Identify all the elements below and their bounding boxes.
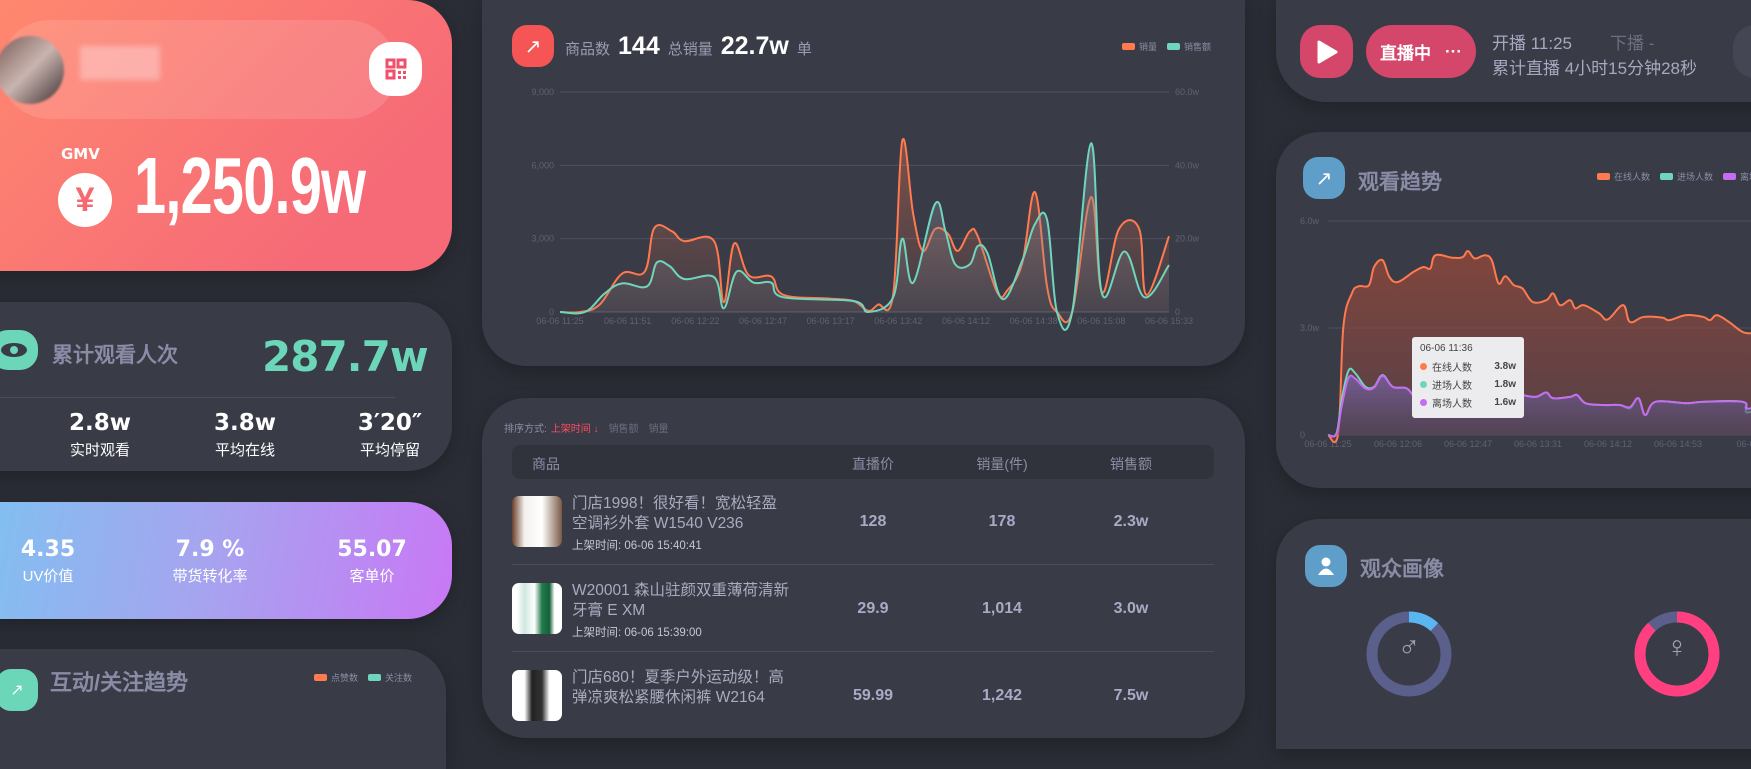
live-end: 下播 - [1610,34,1655,53]
x-tick: 06-06 14:12 [942,316,990,326]
conversion-card: 4.35 UV价值 7.9 % 带货转化率 55.07 客单价 [0,502,452,619]
y-tick: 6.0w [1300,216,1320,226]
x-tick: 06-06 15:33 [1145,316,1193,326]
views-stat-realtime: 2.8w 实时观看 [69,410,131,459]
live-status-text: 直播中 [1380,44,1431,63]
male-icon: ♂ [1397,631,1421,664]
sort-desc-icon: ↓ [590,424,599,435]
sort-option-amount[interactable]: 销售额 [609,420,639,435]
sort-option-time[interactable]: 上架时间 ↓ [551,420,599,435]
product-price: 29.9 [857,600,889,617]
tooltip-time: 06-06 11:36 [1420,343,1473,354]
more-icon[interactable]: ··· [1445,42,1462,62]
product-listed-time: 上架时间: 06-06 15:40:41 [572,540,702,552]
product-title[interactable]: W20001 森山驻颜双重薄荷清新 牙膏 E XM [572,581,812,621]
row-divider [512,651,1214,652]
product-image[interactable] [512,583,562,634]
product-image[interactable] [512,670,562,721]
x-tick: 06-06 13:42 [874,316,922,326]
play-icon [1317,40,1337,63]
product-amount: 7.5w [1113,687,1149,704]
avg-order-stat: 55.07 客单价 [337,537,407,585]
x-tick: 06-06 14:38 [1010,316,1058,326]
product-title[interactable]: 门店680！夏季户外运动级！高 弹凉爽松紧腰休闲裤 W2164 [572,668,812,708]
col-price[interactable]: 直播价 [823,454,923,474]
views-title: 累计观看人次 [52,344,178,367]
product-price: 59.99 [852,687,894,704]
y-left-tick: 6,000 [531,160,554,170]
x-tick: 06-06 11:51 [604,316,651,326]
side-button[interactable] [1733,25,1751,78]
x-tick: 06-06 14:12 [1584,439,1632,449]
product-amount: 2.3w [1113,513,1149,530]
tooltip-row-enter: 进场人数 1.8w [1420,375,1516,393]
uv-value-stat: 4.35 UV价值 [20,537,76,585]
sales-line-chart: 0 03,000 20.0w6,000 40.0w9,000 60.0w06-06 11… [531,87,1200,331]
x-tick: 06-06 12:47 [739,316,787,326]
interaction-legend: 点赞数 关注数 [314,671,412,684]
views-stat-avg-stay: 3′20″ 平均停留 [357,410,423,459]
product-amount: 3.0w [1113,600,1149,617]
live-start: 开播 11:25 [1492,34,1573,53]
x-tick: 06-06 13:17 [807,316,855,326]
sort-label: 排序方式: [504,424,547,435]
views-stat-avg-online: 3.8w 平均在线 [214,410,276,459]
female-icon: ♀ [1665,631,1689,664]
x-tick: 06-06 11:25 [536,316,583,326]
y-right-tick: 60.0w [1175,87,1200,97]
x-tick: 06-06 11:25 [1304,439,1351,449]
product-qty: 1,242 [981,687,1023,704]
tooltip-row-online: 在线人数 3.8w [1420,357,1516,375]
audience-card: 观众画像 ♂ ♀ [1276,519,1751,749]
y-left-tick: 3,000 [531,234,554,244]
y-tick: 3.0w [1300,323,1320,333]
sort-option-qty[interactable]: 销量 [649,420,669,435]
row-divider [512,564,1214,565]
x-tick: 06-06 12:47 [1444,439,1492,449]
play-button[interactable] [1300,25,1353,78]
product-qty: 1,014 [981,600,1023,617]
x-tick: 06-06 12:06 [1374,439,1422,449]
audience-title: 观众画像 [1360,558,1444,581]
y-right-tick: 40.0w [1175,160,1200,170]
y-left-tick: 9,000 [531,87,554,97]
x-tick: 06-06 [1736,439,1751,449]
y-right-tick: 20.0w [1175,234,1200,244]
col-product: 商品 [532,456,560,472]
x-tick: 06-06 15:08 [1077,316,1125,326]
live-status-card: 直播中 ··· 开播 11:25 下播 - 累计直播 4小时15分钟28秒 [1276,0,1751,102]
table-header: 商品 直播价 销量(件) 销售额 [512,445,1214,479]
table-row[interactable]: 门店1998！很好看！宽松轻盈 空调衫外套 W1540 V236 上架时间: 06… [512,494,1214,565]
product-image[interactable] [512,496,562,547]
user-icon [1305,545,1347,587]
live-duration: 累计直播 4小时15分钟28秒 [1492,59,1697,78]
sort-bar: 排序方式: 上架时间 ↓ 销售额 销量 [504,420,669,435]
product-price: 128 [859,513,887,530]
conversion-rate-stat: 7.9 % 带货转化率 [172,537,248,585]
interaction-card: ↗ 互动/关注趋势 点赞数 关注数 [0,649,446,769]
col-amount[interactable]: 销售额 [1081,454,1181,474]
interaction-title: 互动/关注趋势 [50,670,189,695]
table-row[interactable]: W20001 森山驻颜双重薄荷清新 牙膏 E XM 上架时间: 06-06 15:… [512,581,1214,652]
product-title[interactable]: 门店1998！很好看！宽松轻盈 空调衫外套 W1540 V236 [572,494,812,534]
legend-likes[interactable]: 点赞数 [331,671,358,684]
trend-icon: ↗ [0,669,38,711]
product-qty: 178 [988,513,1016,530]
views-divider [0,397,395,398]
viewing-area-chart: 03.0w6.0w06-06 11:25 06-06 12:06 06-06 12:… [1300,216,1751,449]
x-tick: 06-06 12:22 [671,316,719,326]
x-tick: 06-06 14:53 [1654,439,1702,449]
col-qty[interactable]: 销量(件) [952,454,1052,474]
x-tick: 06-06 13:31 [1514,439,1562,449]
product-listed-time: 上架时间: 06-06 15:39:00 [572,627,702,639]
table-row[interactable]: 门店680！夏季户外运动级！高 弹凉爽松紧腰休闲裤 W2164 59.99 1,2… [512,668,1214,738]
legend-follows[interactable]: 关注数 [385,671,412,684]
tooltip-row-leave: 离场人数 1.6w [1420,393,1516,411]
chart-tooltip: 06-06 11:36 在线人数 3.8w 进场人数 1.8w 离场人数 1.6w [1412,337,1524,418]
live-status-pill[interactable]: 直播中 ··· [1366,25,1476,78]
